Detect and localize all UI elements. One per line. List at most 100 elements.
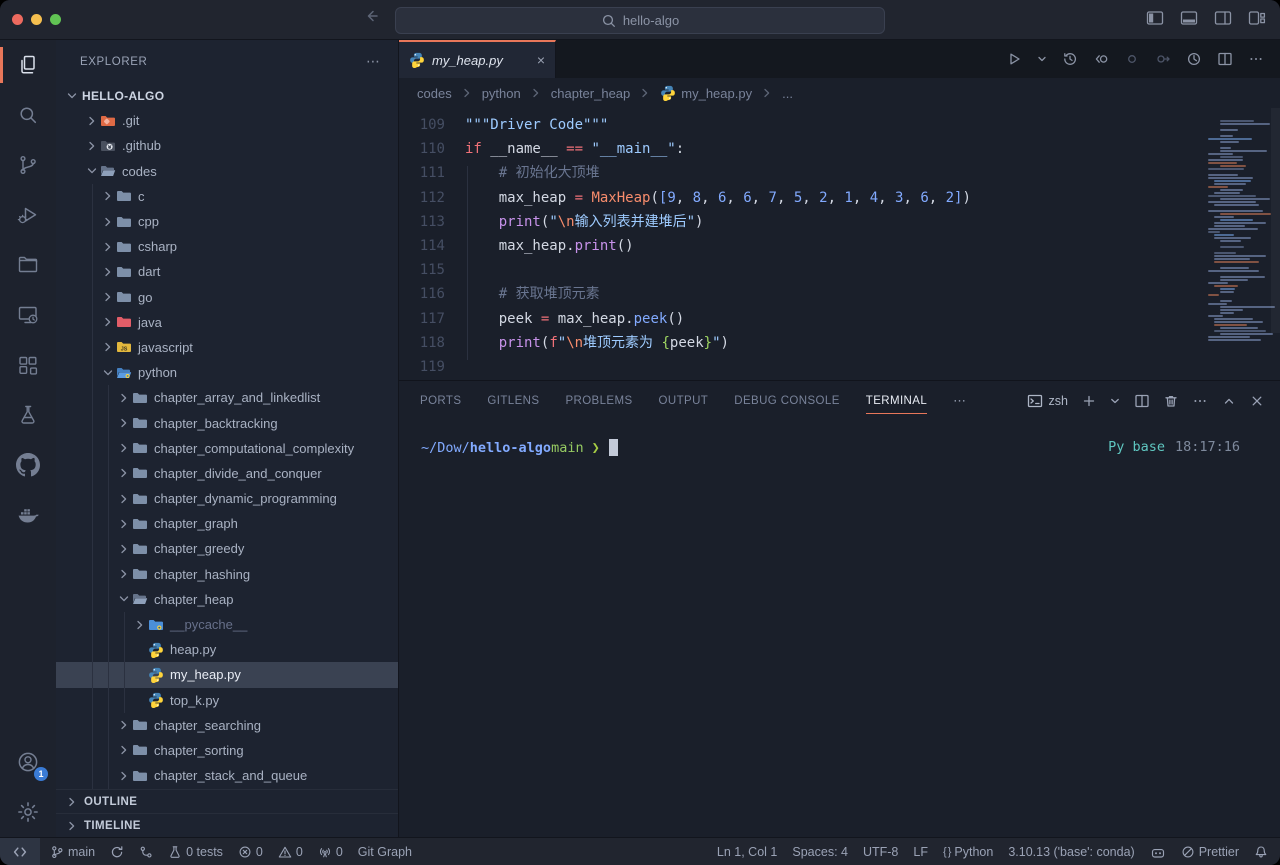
status-ln-1-col-1[interactable]: Ln 1, Col 1 xyxy=(717,845,777,859)
tree-root-hello-algo[interactable]: HELLO-ALGO xyxy=(56,83,398,108)
tree-item--github[interactable]: .github xyxy=(56,133,398,158)
outline-section[interactable]: OUTLINE xyxy=(56,789,398,813)
status-main[interactable]: main xyxy=(50,845,95,859)
split-editor-button[interactable] xyxy=(1217,51,1233,67)
code-line-116[interactable]: 116 # 获取堆顶元素 xyxy=(399,282,1280,306)
remote-indicator[interactable] xyxy=(0,838,40,865)
panel-tab-gitlens[interactable]: GITLENS xyxy=(487,381,539,421)
nav-forward-circle-icon[interactable] xyxy=(1155,51,1171,67)
code-editor[interactable]: 109"""Driver Code"""110if __name__ == "_… xyxy=(399,108,1280,380)
code-line-119[interactable]: 119 xyxy=(399,355,1280,379)
tree-item-java[interactable]: java xyxy=(56,310,398,335)
toggle-panel-button-icon[interactable] xyxy=(1180,10,1198,26)
status-0[interactable]: 0 xyxy=(278,845,303,859)
status-0[interactable]: 0 xyxy=(238,845,263,859)
tree-item-python[interactable]: python xyxy=(56,360,398,385)
status-spaces-4[interactable]: Spaces: 4 xyxy=(792,845,848,859)
tree-item-dart[interactable]: dart xyxy=(56,259,398,284)
gitlens-file-blame-button[interactable] xyxy=(1186,51,1202,67)
status-sync[interactable] xyxy=(110,845,124,859)
code-line-115[interactable]: 115 xyxy=(399,258,1280,282)
tab-my-heap-py[interactable]: my_heap.py × xyxy=(399,40,556,78)
activity-explorer-button[interactable] xyxy=(0,40,56,90)
status-git-graph[interactable] xyxy=(139,845,153,859)
code-line-109[interactable]: 109"""Driver Code""" xyxy=(399,113,1280,137)
activity-search-button[interactable] xyxy=(0,90,56,140)
run-python-file-button[interactable] xyxy=(1006,51,1022,67)
panel-tab-output[interactable]: OUTPUT xyxy=(659,381,709,421)
editor-more-actions-button[interactable] xyxy=(1248,51,1264,67)
breadcrumb-item-codes[interactable]: codes xyxy=(417,86,452,101)
panel-tab-terminal[interactable]: TERMINAL xyxy=(866,381,927,421)
customize-layout-button-icon[interactable] xyxy=(1248,10,1266,26)
terminal-launch-dropdown-icon[interactable] xyxy=(1110,394,1120,408)
status-python[interactable]: { }Python xyxy=(943,845,993,859)
code-line-110[interactable]: 110if __name__ == "__main__": xyxy=(399,137,1280,161)
panel-tab-ports[interactable]: PORTS xyxy=(420,381,461,421)
tree-item-go[interactable]: go xyxy=(56,285,398,310)
tree-item-csharp[interactable]: csharp xyxy=(56,234,398,259)
zoom-window-button[interactable] xyxy=(50,14,61,25)
nav-circle-icon[interactable] xyxy=(1124,51,1140,67)
terminal[interactable]: ~/Dow/hello-algo main❯ Py base18:17:16 xyxy=(399,421,1280,837)
tab-close-icon[interactable]: × xyxy=(537,52,545,68)
code-line-113[interactable]: 113 print("\n输入列表并建堆后") xyxy=(399,210,1280,234)
minimap[interactable] xyxy=(1208,120,1272,342)
activity-folder-library-button[interactable] xyxy=(0,240,56,290)
gitlens-back-button[interactable] xyxy=(1093,51,1109,67)
command-center-search[interactable]: hello-algo xyxy=(395,7,885,34)
activity-github-button[interactable] xyxy=(0,440,56,490)
activity-run-debug-button[interactable] xyxy=(0,190,56,240)
tree-item--git[interactable]: .git xyxy=(56,108,398,133)
terminal-shell-select[interactable]: zsh xyxy=(1027,393,1068,409)
code-line-112[interactable]: 112 max_heap = MaxHeap([9, 8, 6, 6, 7, 5… xyxy=(399,186,1280,210)
status-utf-8[interactable]: UTF-8 xyxy=(863,845,898,859)
panel-tabs-overflow-button[interactable]: ⋯ xyxy=(953,393,968,409)
tree-item-c[interactable]: c xyxy=(56,184,398,209)
status-bell[interactable] xyxy=(1254,845,1268,859)
toggle-primary-sidebar-button-icon[interactable] xyxy=(1146,10,1164,26)
code-line-111[interactable]: 111 # 初始化大顶堆 xyxy=(399,161,1280,185)
tree-item-cpp[interactable]: cpp xyxy=(56,209,398,234)
breadcrumb-item-chapter-heap[interactable]: chapter_heap xyxy=(551,86,631,101)
split-terminal-button[interactable] xyxy=(1134,393,1150,409)
status-0[interactable]: 0 xyxy=(318,845,343,859)
editor-scrollbar[interactable] xyxy=(1271,108,1280,333)
panel-tab-debug-console[interactable]: DEBUG CONSOLE xyxy=(734,381,840,421)
activity-extensions-button[interactable] xyxy=(0,340,56,390)
activity-accounts-button[interactable]: 1 xyxy=(0,737,56,787)
close-window-button[interactable] xyxy=(12,14,23,25)
code-line-117[interactable]: 117 peek = max_heap.peek() xyxy=(399,307,1280,331)
activity-testing-button[interactable] xyxy=(0,390,56,440)
code-line-118[interactable]: 118 print(f"\n堆顶元素为 {peek}") xyxy=(399,331,1280,355)
status-robot[interactable] xyxy=(1150,845,1166,859)
breadcrumb-item-my-heap-py[interactable]: my_heap.py xyxy=(660,85,752,101)
activity-source-control-button[interactable] xyxy=(0,140,56,190)
status-lf[interactable]: LF xyxy=(913,845,928,859)
activity-docker-button[interactable] xyxy=(0,490,56,540)
minimize-window-button[interactable] xyxy=(31,14,42,25)
kill-terminal-button[interactable] xyxy=(1164,394,1178,408)
tree-item-javascript[interactable]: JSjavascript xyxy=(56,335,398,360)
status-0-tests[interactable]: 0 tests xyxy=(168,845,223,859)
code-line-114[interactable]: 114 max_heap.print() xyxy=(399,234,1280,258)
toggle-secondary-sidebar-button-icon[interactable] xyxy=(1214,10,1232,26)
activity-remote-explorer-button[interactable] xyxy=(0,290,56,340)
new-terminal-button[interactable] xyxy=(1082,394,1096,408)
run-dropdown-icon[interactable] xyxy=(1037,51,1047,67)
panel-more-actions-button[interactable] xyxy=(1192,393,1208,409)
panel-tab-problems[interactable]: PROBLEMS xyxy=(565,381,632,421)
explorer-more-actions-button[interactable]: ⋯ xyxy=(366,53,382,70)
status-prettier[interactable]: Prettier xyxy=(1181,845,1239,859)
maximize-panel-button[interactable] xyxy=(1222,394,1236,408)
tree-item-codes[interactable]: codes xyxy=(56,159,398,184)
close-panel-button[interactable] xyxy=(1250,394,1264,408)
timeline-history-button[interactable] xyxy=(1062,51,1078,67)
navigate-back-icon[interactable] xyxy=(362,8,380,24)
timeline-section[interactable]: TIMELINE xyxy=(56,813,398,837)
activity-settings-button[interactable] xyxy=(0,787,56,837)
status-3-10-13-base-conda[interactable]: 3.10.13 ('base': conda) xyxy=(1008,845,1134,859)
status-git-graph[interactable]: Git Graph xyxy=(358,845,412,859)
breadcrumb-item-python[interactable]: python xyxy=(482,86,521,101)
breadcrumb-item--[interactable]: ... xyxy=(782,86,793,101)
